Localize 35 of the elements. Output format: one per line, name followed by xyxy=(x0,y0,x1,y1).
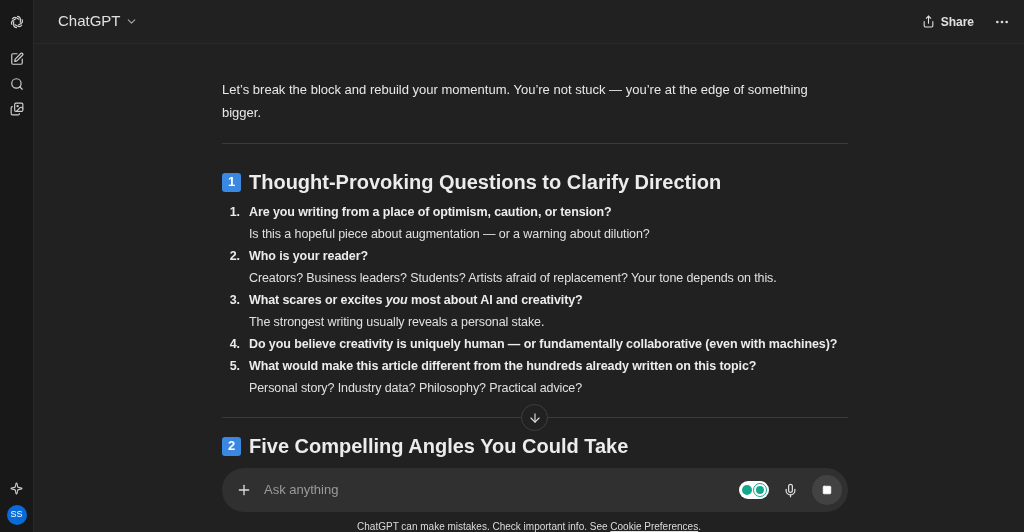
stop-icon xyxy=(822,485,832,495)
disclaimer-text: ChatGPT can make mistakes. Check important info. See Cookie Preferences. xyxy=(357,519,701,532)
question-detail: Personal story? Industry data? Philosophy? Practical advice? xyxy=(249,380,584,397)
question-text: What would make this article different from the hundreds already written on this topic? xyxy=(249,358,757,375)
question-text: What scares or excites you most about AI and creativity? xyxy=(249,292,583,309)
microphone-icon[interactable] xyxy=(783,482,798,498)
section-heading: Five Compelling Angles You Could Take xyxy=(249,434,629,458)
question-text: Are you writing from a place of optimism, caution, or tension? xyxy=(249,204,613,221)
number-emoji: 1 xyxy=(222,172,241,192)
list-number: 3. xyxy=(228,292,240,309)
model-selector[interactable]: ChatGPT xyxy=(58,10,138,33)
share-icon xyxy=(921,15,935,28)
question-text: Who is your reader? xyxy=(249,248,369,265)
stop-button[interactable] xyxy=(812,475,842,505)
list-number: 4. xyxy=(228,336,240,353)
user-avatar[interactable]: SS xyxy=(6,505,27,525)
sparkle-icon[interactable] xyxy=(10,482,23,495)
add-icon[interactable] xyxy=(236,482,252,498)
intro-paragraph: Let’s break the block and rebuild your momentum. You’re not stuck — you’re at the edge of something bigger. xyxy=(222,81,809,122)
library-icon[interactable] xyxy=(9,102,24,116)
message-composer[interactable]: Ask anything xyxy=(222,468,848,512)
question-detail: Is this a hopeful piece about augmentation — or a warning about dilution? xyxy=(249,226,650,243)
new-chat-icon[interactable] xyxy=(9,52,24,66)
list-number: 5. xyxy=(228,358,240,375)
search-icon[interactable] xyxy=(9,77,24,91)
number-emoji: 2 xyxy=(222,436,241,456)
section-heading: Thought-Provoking Questions to Clarify Direction xyxy=(249,170,722,194)
share-button[interactable]: Share xyxy=(921,12,974,31)
list-number: 1. xyxy=(228,204,240,221)
message-input[interactable]: Ask anything xyxy=(264,480,739,500)
question-text: Do you believe creativity is uniquely human — or fundamentally collaborative (even with machines)? xyxy=(249,336,838,353)
list-number: 2. xyxy=(228,248,240,265)
question-detail: The strongest writing usually reveals a personal stake. xyxy=(249,314,546,331)
question-detail: Creators? Business leaders? Students? Artists afraid of replacement? Your tone depends on this. xyxy=(249,270,777,287)
scroll-down-button[interactable] xyxy=(521,404,548,431)
